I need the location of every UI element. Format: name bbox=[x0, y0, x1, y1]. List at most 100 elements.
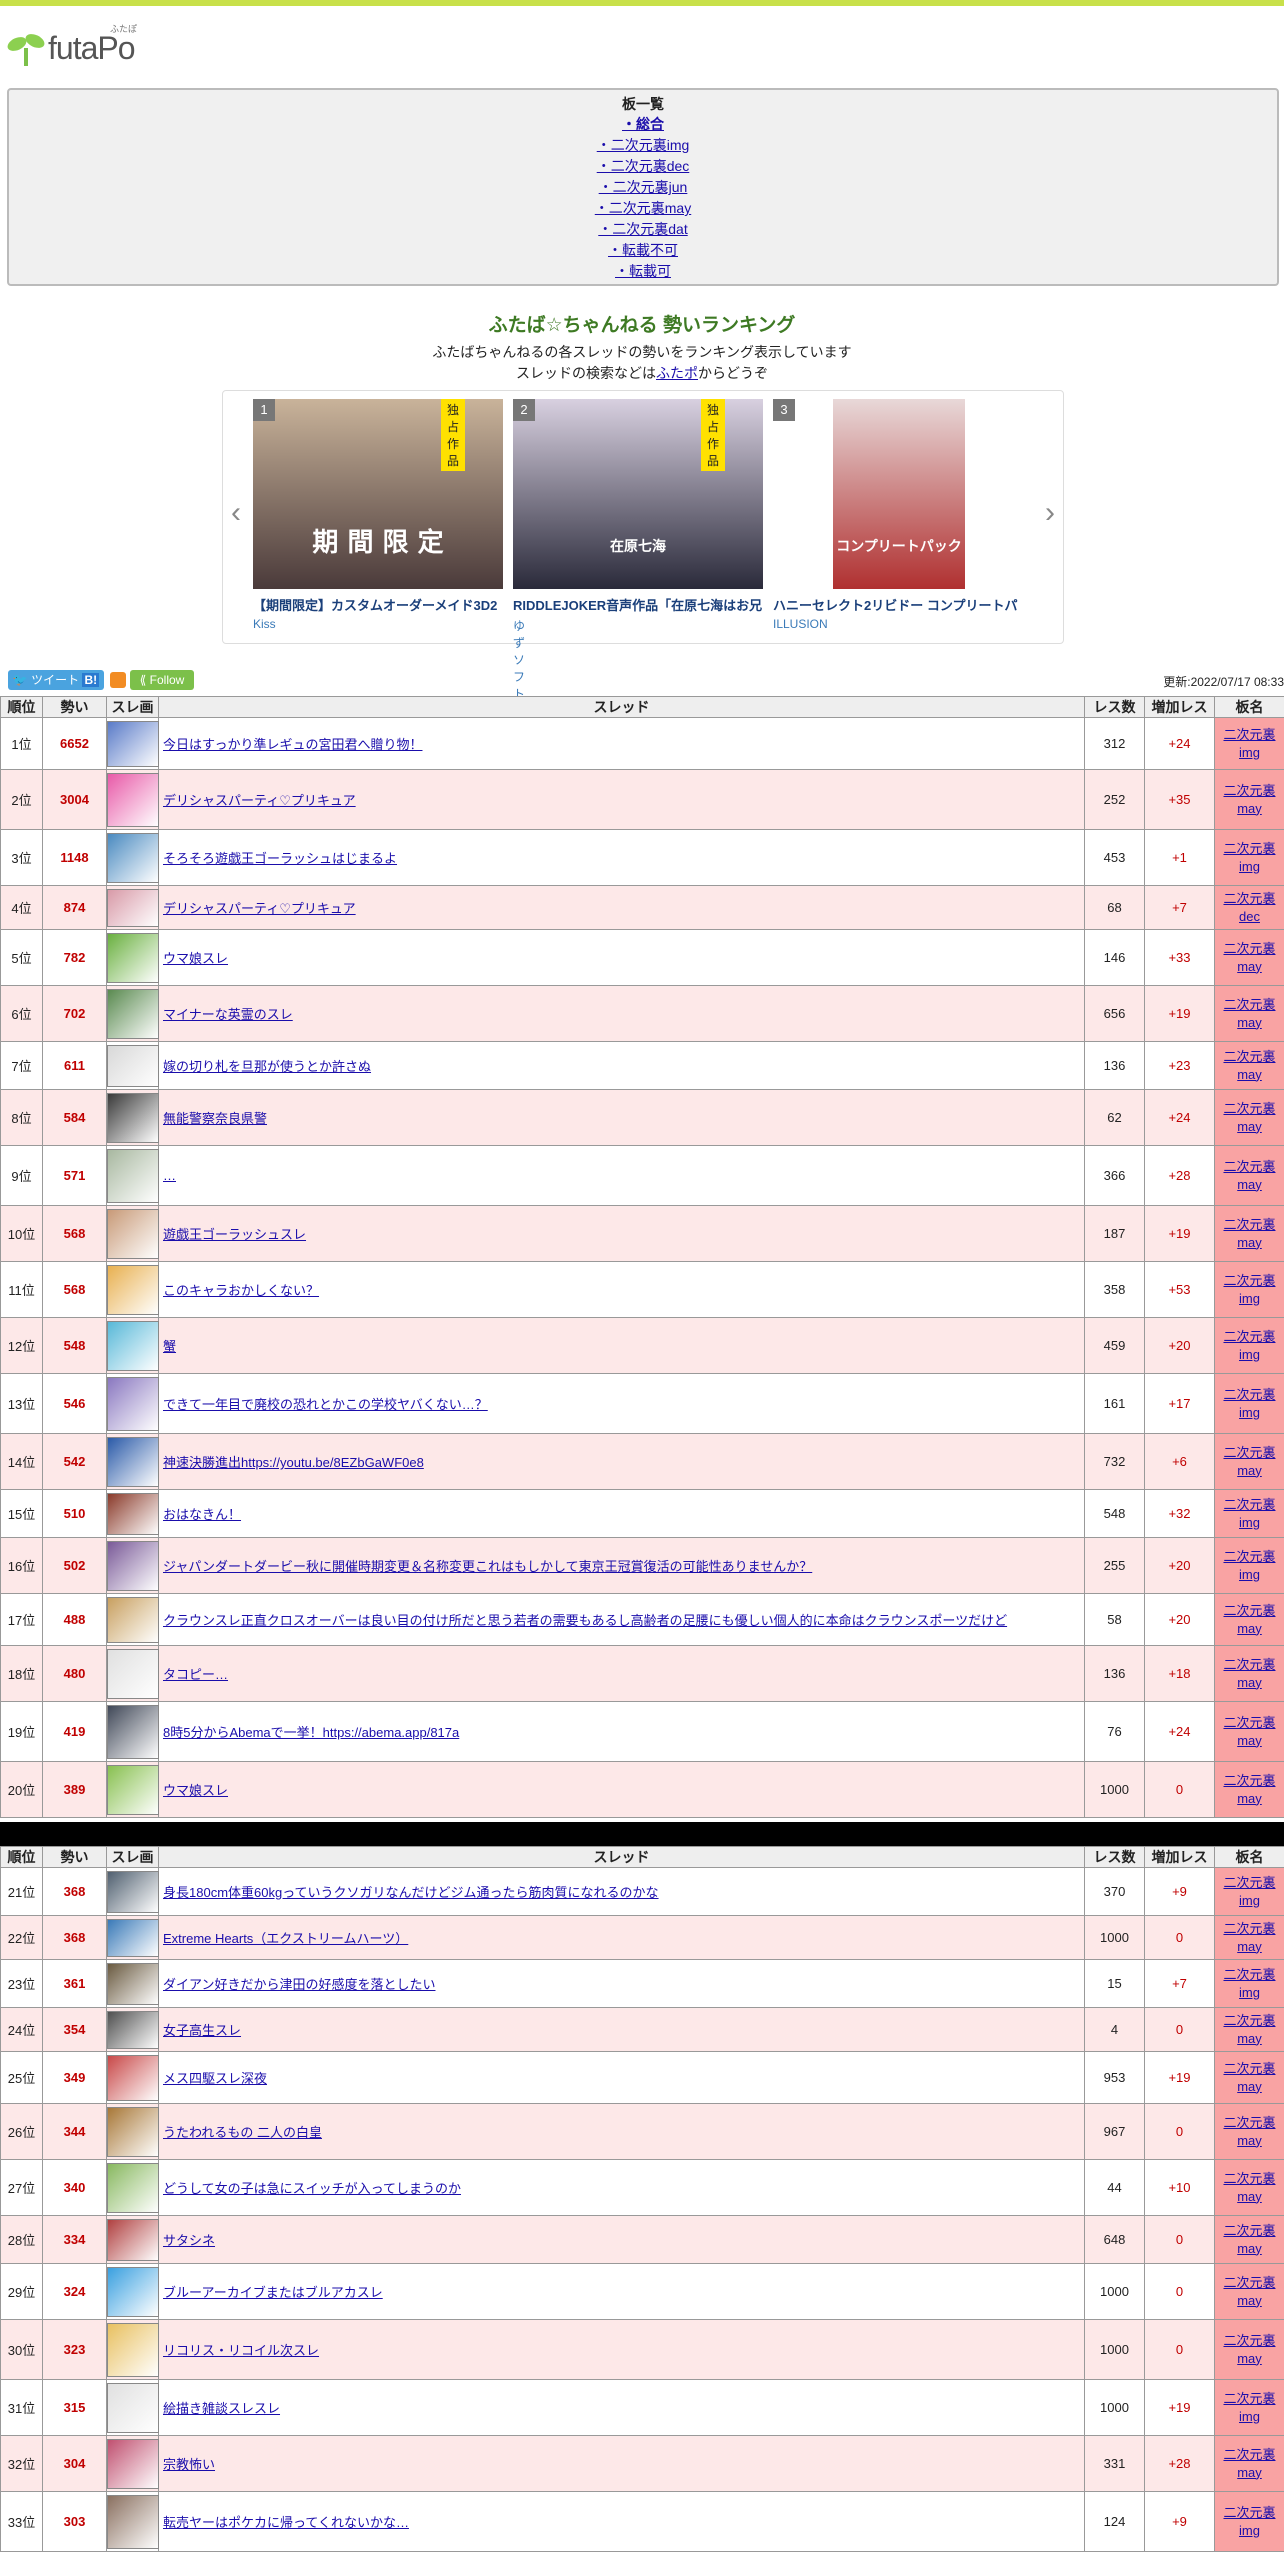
carousel-item-brand[interactable]: ILLUSION bbox=[773, 617, 828, 631]
thread-link[interactable]: クラウンスレ正直クロスオーバーは良い目の付け所だと思う若者の需要もあるし高齢者の… bbox=[163, 1613, 1007, 1628]
thread-thumbnail[interactable] bbox=[107, 988, 159, 1039]
board-name-link[interactable]: 二次元裏 bbox=[1223, 2171, 1275, 2186]
thread-thumbnail[interactable] bbox=[107, 2322, 159, 2377]
board-name-link[interactable]: 二次元裏 bbox=[1223, 2505, 1275, 2520]
thread-thumbnail[interactable] bbox=[107, 2106, 159, 2157]
board-code-link[interactable]: may bbox=[1237, 1067, 1262, 1082]
board-link[interactable]: ・総合 bbox=[622, 116, 664, 132]
board-link[interactable]: ・二次元裏img bbox=[597, 137, 690, 153]
board-code-link[interactable]: img bbox=[1239, 1515, 1260, 1530]
carousel-image[interactable]: 期 間 限 定 bbox=[253, 399, 503, 589]
board-code-link[interactable]: may bbox=[1237, 801, 1262, 816]
board-code-link[interactable]: img bbox=[1239, 2523, 1260, 2538]
board-name-link[interactable]: 二次元裏 bbox=[1223, 2391, 1275, 2406]
carousel-image[interactable]: 在原七海 bbox=[513, 399, 763, 589]
thread-link[interactable]: 無能警察奈良県警 bbox=[163, 1111, 267, 1126]
board-name-link[interactable]: 二次元裏 bbox=[1223, 2061, 1275, 2076]
thread-link[interactable]: 神速決勝進出https://youtu.be/8EZbGaWF0e8 bbox=[163, 1455, 424, 1470]
thread-thumbnail[interactable] bbox=[107, 1596, 159, 1643]
thread-thumbnail[interactable] bbox=[107, 1376, 159, 1431]
thread-link[interactable]: マイナーな英霊のスレ bbox=[163, 1007, 293, 1022]
board-name-link[interactable]: 二次元裏 bbox=[1223, 2447, 1275, 2462]
board-name-link[interactable]: 二次元裏 bbox=[1223, 727, 1275, 742]
thread-thumbnail[interactable] bbox=[107, 2218, 159, 2261]
thread-link[interactable]: … bbox=[163, 1168, 176, 1183]
thread-link[interactable]: ダイアン好きだから津田の好感度を落としたい bbox=[163, 1977, 435, 1992]
board-name-link[interactable]: 二次元裏 bbox=[1223, 783, 1275, 798]
board-name-link[interactable]: 二次元裏 bbox=[1223, 941, 1275, 956]
board-name-link[interactable]: 二次元裏 bbox=[1223, 1657, 1275, 1672]
thread-link[interactable]: 8時5分からAbemaで一挙！https://abema.app/817a bbox=[163, 1725, 459, 1740]
thread-thumbnail[interactable] bbox=[107, 2438, 159, 2489]
board-code-link[interactable]: img bbox=[1239, 745, 1260, 760]
board-name-link[interactable]: 二次元裏 bbox=[1223, 1445, 1275, 1460]
board-name-link[interactable]: 二次元裏 bbox=[1223, 2333, 1275, 2348]
thread-link[interactable]: デリシャスパーティ♡プリキュア bbox=[163, 901, 356, 916]
board-code-link[interactable]: img bbox=[1239, 1985, 1260, 2000]
board-code-link[interactable]: may bbox=[1237, 2189, 1262, 2204]
board-code-link[interactable]: may bbox=[1237, 2293, 1262, 2308]
board-code-link[interactable]: may bbox=[1237, 2465, 1262, 2480]
thread-link[interactable]: 宗教怖い bbox=[163, 2457, 215, 2472]
thread-thumbnail[interactable] bbox=[107, 1148, 159, 1203]
carousel-item-brand[interactable]: Kiss bbox=[253, 617, 276, 631]
thread-thumbnail[interactable] bbox=[107, 1320, 159, 1371]
board-code-link[interactable]: may bbox=[1237, 1463, 1262, 1478]
board-code-link[interactable]: may bbox=[1237, 2133, 1262, 2148]
carousel-item-title[interactable]: 【期間限定】カスタムオーダーメイド3D2 bbox=[253, 595, 513, 614]
thread-thumbnail[interactable] bbox=[107, 1648, 159, 1699]
board-code-link[interactable]: may bbox=[1237, 1939, 1262, 1954]
thread-thumbnail[interactable] bbox=[107, 1540, 159, 1591]
board-name-link[interactable]: 二次元裏 bbox=[1223, 997, 1275, 1012]
board-code-link[interactable]: may bbox=[1237, 1119, 1262, 1134]
board-name-link[interactable]: 二次元裏 bbox=[1223, 1549, 1275, 1564]
carousel-item-title[interactable]: ハニーセレクト2リビドー コンプリートパ bbox=[773, 595, 1023, 614]
board-name-link[interactable]: 二次元裏 bbox=[1223, 1497, 1275, 1512]
board-link[interactable]: ・転載不可 bbox=[608, 242, 678, 258]
board-code-link[interactable]: img bbox=[1239, 1291, 1260, 1306]
board-code-link[interactable]: may bbox=[1237, 1675, 1262, 1690]
thread-link[interactable]: うたわれるもの 二人の白皇 bbox=[163, 2125, 322, 2140]
board-name-link[interactable]: 二次元裏 bbox=[1223, 1217, 1275, 1232]
board-link[interactable]: ・転載可 bbox=[615, 263, 671, 279]
thread-thumbnail[interactable] bbox=[107, 772, 159, 827]
carousel-prev-icon[interactable]: ‹ bbox=[231, 496, 241, 530]
thread-thumbnail[interactable] bbox=[107, 1492, 159, 1535]
thread-link[interactable]: ウマ娘スレ bbox=[163, 951, 228, 966]
thread-thumbnail[interactable] bbox=[107, 932, 159, 983]
thread-thumbnail[interactable] bbox=[107, 1436, 159, 1487]
thread-link[interactable]: おはなきん！ bbox=[163, 1507, 241, 1522]
board-code-link[interactable]: may bbox=[1237, 2031, 1262, 2046]
thread-thumbnail[interactable] bbox=[107, 2162, 159, 2213]
thread-thumbnail[interactable] bbox=[107, 2382, 159, 2433]
thread-link[interactable]: ブルーアーカイブまたはブルアカスレ bbox=[163, 2285, 383, 2300]
thread-thumbnail[interactable] bbox=[107, 2494, 159, 2549]
thread-link[interactable]: ジャパンダートダービー秋に開催時期変更＆名称変更これはもしかして東京王冠賞復活の… bbox=[163, 1559, 812, 1574]
board-name-link[interactable]: 二次元裏 bbox=[1223, 891, 1275, 906]
board-code-link[interactable]: img bbox=[1239, 1405, 1260, 1420]
board-code-link[interactable]: dec bbox=[1239, 909, 1260, 924]
thread-link[interactable]: 今日はすっかり準レギュの宮田君へ贈り物！ bbox=[163, 737, 422, 752]
thread-thumbnail[interactable] bbox=[107, 2054, 159, 2101]
thread-thumbnail[interactable] bbox=[107, 720, 159, 767]
thread-link[interactable]: 転売ヤーはポケカに帰ってくれないかな… bbox=[163, 2515, 409, 2530]
board-code-link[interactable]: img bbox=[1239, 859, 1260, 874]
thread-link[interactable]: タコピー… bbox=[163, 1667, 228, 1682]
thread-link[interactable]: どうして女の子は急にスイッチが入ってしまうのか bbox=[163, 2181, 461, 2196]
board-name-link[interactable]: 二次元裏 bbox=[1223, 1329, 1275, 1344]
thread-link[interactable]: 女子高生スレ bbox=[163, 2023, 241, 2038]
thread-link[interactable]: 身長180cm体重60kgっていうクソガリなんだけどジム通ったら筋肉質になれるの… bbox=[163, 1885, 659, 1900]
board-code-link[interactable]: img bbox=[1239, 1347, 1260, 1362]
follow-button[interactable]: ⟪ Follow bbox=[130, 670, 194, 690]
board-code-link[interactable]: img bbox=[1239, 2409, 1260, 2424]
board-link[interactable]: ・二次元裏may bbox=[595, 200, 691, 216]
thread-thumbnail[interactable] bbox=[107, 2010, 159, 2049]
board-code-link[interactable]: may bbox=[1237, 2079, 1262, 2094]
thread-link[interactable]: このキャラおかしくない？ bbox=[163, 1283, 319, 1298]
board-name-link[interactable]: 二次元裏 bbox=[1223, 2013, 1275, 2028]
thread-link[interactable]: 嫁の切り札を旦那が使うとか許さぬ bbox=[163, 1059, 371, 1074]
thread-link[interactable]: 絵描き雑談スレスレ bbox=[163, 2401, 280, 2416]
board-code-link[interactable]: may bbox=[1237, 2351, 1262, 2366]
thread-thumbnail[interactable] bbox=[107, 2266, 159, 2317]
thread-thumbnail[interactable] bbox=[107, 1092, 159, 1143]
